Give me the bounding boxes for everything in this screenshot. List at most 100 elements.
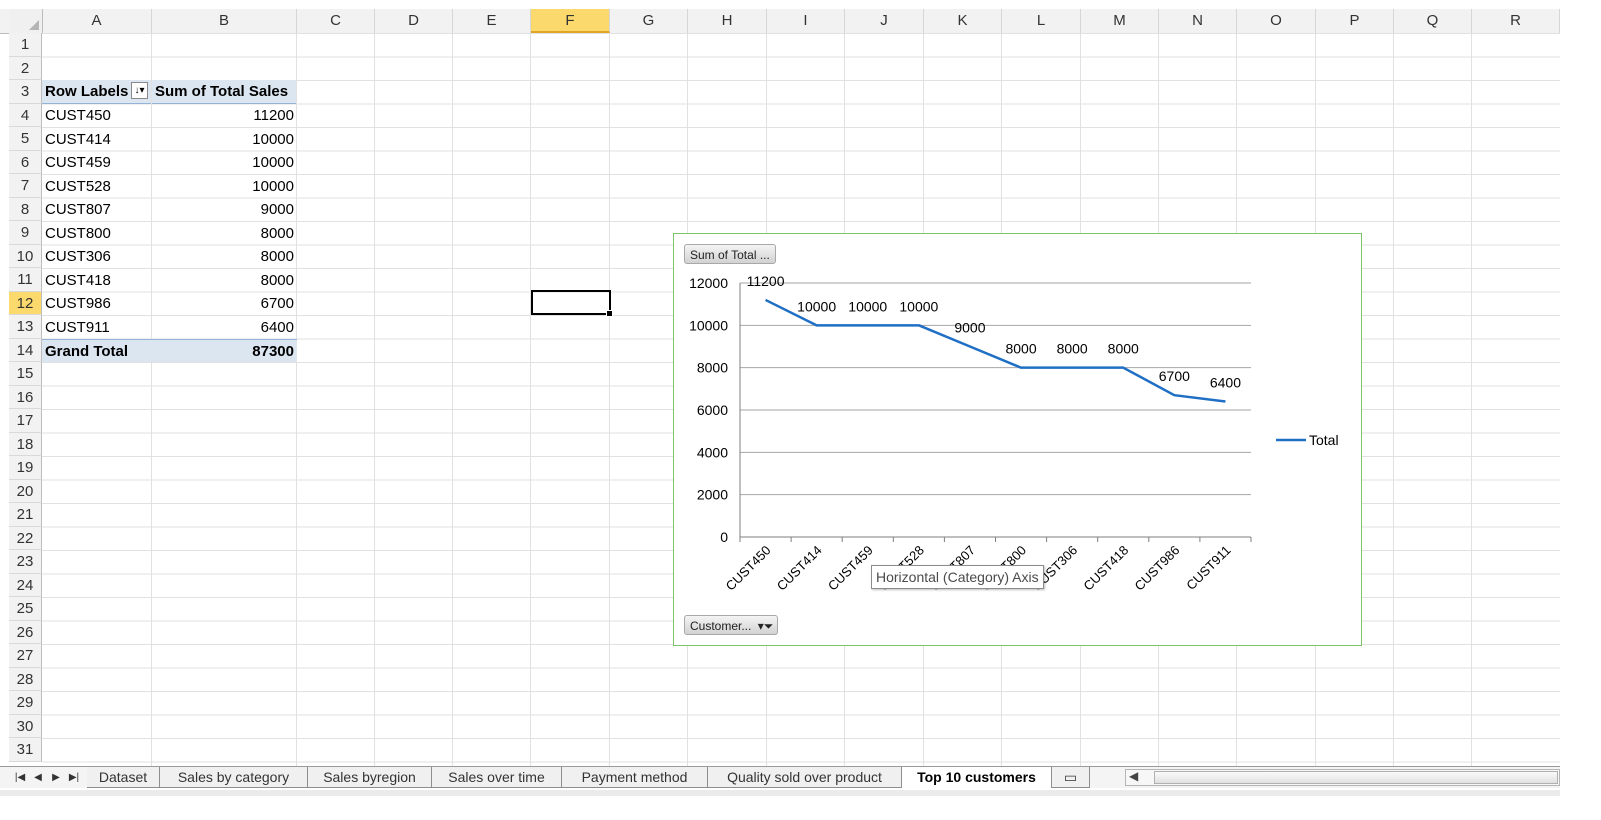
column-header-c[interactable]: C <box>297 9 375 33</box>
row-header-7[interactable]: 7 <box>9 174 42 198</box>
data-label: 8000 <box>1108 341 1139 357</box>
row-header-6[interactable]: 6 <box>9 150 42 174</box>
row-header-18[interactable]: 18 <box>9 432 42 456</box>
pivot-row-label[interactable]: CUST306 <box>42 245 152 268</box>
column-header-b[interactable]: B <box>152 9 297 33</box>
row-header-9[interactable]: 9 <box>9 221 42 245</box>
scroll-left-icon[interactable]: ◀ <box>1129 769 1138 783</box>
filter-funnel-icon[interactable]: ▾⏷ <box>758 616 774 636</box>
select-all-button[interactable] <box>9 9 43 33</box>
column-header-h[interactable]: H <box>688 9 767 33</box>
column-header-f[interactable]: F <box>531 9 610 33</box>
horizontal-scrollbar[interactable]: ◀ <box>1125 769 1560 786</box>
axis-tooltip: Horizontal (Category) Axis <box>871 565 1044 589</box>
pivot-row-value[interactable]: 9000 <box>152 198 297 221</box>
sort-filter-icon[interactable]: ↓▾ <box>131 82 148 99</box>
column-header-l[interactable]: L <box>1002 9 1081 33</box>
pivot-row-value[interactable]: 10000 <box>152 175 297 198</box>
row-header-25[interactable]: 25 <box>9 597 42 621</box>
prev-sheet-icon[interactable]: ◀ <box>31 770 45 786</box>
column-header-j[interactable]: J <box>845 9 924 33</box>
next-sheet-icon[interactable]: ▶ <box>49 770 63 786</box>
insert-sheet-icon[interactable]: ▭ <box>1052 767 1090 788</box>
pivot-grand-total-label[interactable]: Grand Total <box>42 339 152 362</box>
row-header-23[interactable]: 23 <box>9 550 42 574</box>
column-header-k[interactable]: K <box>924 9 1002 33</box>
row-header-1[interactable]: 1 <box>9 33 42 57</box>
column-header-q[interactable]: Q <box>1394 9 1472 33</box>
data-label: 10000 <box>797 298 836 314</box>
row-header-10[interactable]: 10 <box>9 244 42 268</box>
pivot-row-label[interactable]: CUST528 <box>42 175 152 198</box>
y-tick-label: 0 <box>720 529 728 545</box>
row-header-17[interactable]: 17 <box>9 409 42 433</box>
row-header-13[interactable]: 13 <box>9 315 42 339</box>
sheet-tab-quality-sold-over-product[interactable]: Quality sold over product <box>708 767 902 788</box>
column-header-d[interactable]: D <box>375 9 453 33</box>
pivot-row-label[interactable]: CUST911 <box>42 316 152 339</box>
pivot-row-label[interactable]: CUST986 <box>42 292 152 315</box>
column-header-n[interactable]: N <box>1159 9 1237 33</box>
row-header-2[interactable]: 2 <box>9 56 42 80</box>
pivot-row-label[interactable]: CUST459 <box>42 151 152 174</box>
row-header-3[interactable]: 3 <box>9 80 42 104</box>
pivot-row-value[interactable]: 11200 <box>152 104 297 127</box>
row-header-8[interactable]: 8 <box>9 197 42 221</box>
column-header-g[interactable]: G <box>610 9 688 33</box>
row-header-28[interactable]: 28 <box>9 667 42 691</box>
row-header-20[interactable]: 20 <box>9 479 42 503</box>
sheet-tab-top-10-customers[interactable]: Top 10 customers <box>902 767 1052 788</box>
column-header-o[interactable]: O <box>1237 9 1316 33</box>
column-header-bar: ABCDEFGHIJKLMNOPQR <box>0 9 1601 34</box>
pivot-row-value[interactable]: 10000 <box>152 151 297 174</box>
row-header-27[interactable]: 27 <box>9 644 42 668</box>
row-header-19[interactable]: 19 <box>9 456 42 480</box>
column-header-i[interactable]: I <box>767 9 845 33</box>
row-header-21[interactable]: 21 <box>9 503 42 527</box>
sheet-tab-sales-byregion[interactable]: Sales byregion <box>308 767 432 788</box>
column-header-p[interactable]: P <box>1316 9 1394 33</box>
row-header-4[interactable]: 4 <box>9 103 42 127</box>
scrollbar-thumb[interactable] <box>1154 771 1558 784</box>
pivot-row-label[interactable]: CUST800 <box>42 222 152 245</box>
sheet-tab-sales-over-time[interactable]: Sales over time <box>432 767 562 788</box>
x-category-label: CUST450 <box>723 543 774 594</box>
pivot-row-label[interactable]: CUST418 <box>42 269 152 292</box>
row-header-5[interactable]: 5 <box>9 127 42 151</box>
row-header-30[interactable]: 30 <box>9 714 42 738</box>
pivot-grand-total-value[interactable]: 87300 <box>152 339 297 362</box>
sheet-tab-dataset[interactable]: Dataset <box>87 767 160 788</box>
column-header-e[interactable]: E <box>453 9 531 33</box>
last-sheet-icon[interactable]: ▶| <box>67 770 81 786</box>
pivot-value-header[interactable]: Sum of Total Sales <box>152 80 297 103</box>
column-header-m[interactable]: M <box>1081 9 1159 33</box>
pivot-row-value[interactable]: 8000 <box>152 245 297 268</box>
pivot-row-value[interactable]: 6700 <box>152 292 297 315</box>
row-header-24[interactable]: 24 <box>9 573 42 597</box>
row-header-16[interactable]: 16 <box>9 385 42 409</box>
row-header-26[interactable]: 26 <box>9 620 42 644</box>
data-label: 9000 <box>954 320 985 336</box>
row-header-12[interactable]: 12 <box>9 291 42 315</box>
pivot-row-value[interactable]: 10000 <box>152 128 297 151</box>
pivot-row-value[interactable]: 6400 <box>152 316 297 339</box>
column-header-r[interactable]: R <box>1472 9 1560 33</box>
pivot-row-value[interactable]: 8000 <box>152 222 297 245</box>
pivot-row-value[interactable]: 8000 <box>152 269 297 292</box>
pivot-row-label[interactable]: CUST450 <box>42 104 152 127</box>
row-header-31[interactable]: 31 <box>9 738 42 762</box>
sheet-tab-sales-by-category[interactable]: Sales by category <box>160 767 308 788</box>
pivot-row-label[interactable]: CUST807 <box>42 198 152 221</box>
column-header-a[interactable]: A <box>42 9 152 33</box>
row-header-22[interactable]: 22 <box>9 526 42 550</box>
row-header-14[interactable]: 14 <box>9 338 42 362</box>
first-sheet-icon[interactable]: |◀ <box>13 770 27 786</box>
sheet-tab-payment-method[interactable]: Payment method <box>562 767 708 788</box>
row-header-29[interactable]: 29 <box>9 691 42 715</box>
row-header-11[interactable]: 11 <box>9 268 42 292</box>
axis-field-button[interactable]: Customer... ▾⏷ <box>684 615 779 636</box>
pivot-row-label[interactable]: CUST414 <box>42 128 152 151</box>
active-cell-F12[interactable] <box>531 290 613 317</box>
row-header-15[interactable]: 15 <box>9 362 42 386</box>
x-category-label: CUST911 <box>1183 543 1233 593</box>
